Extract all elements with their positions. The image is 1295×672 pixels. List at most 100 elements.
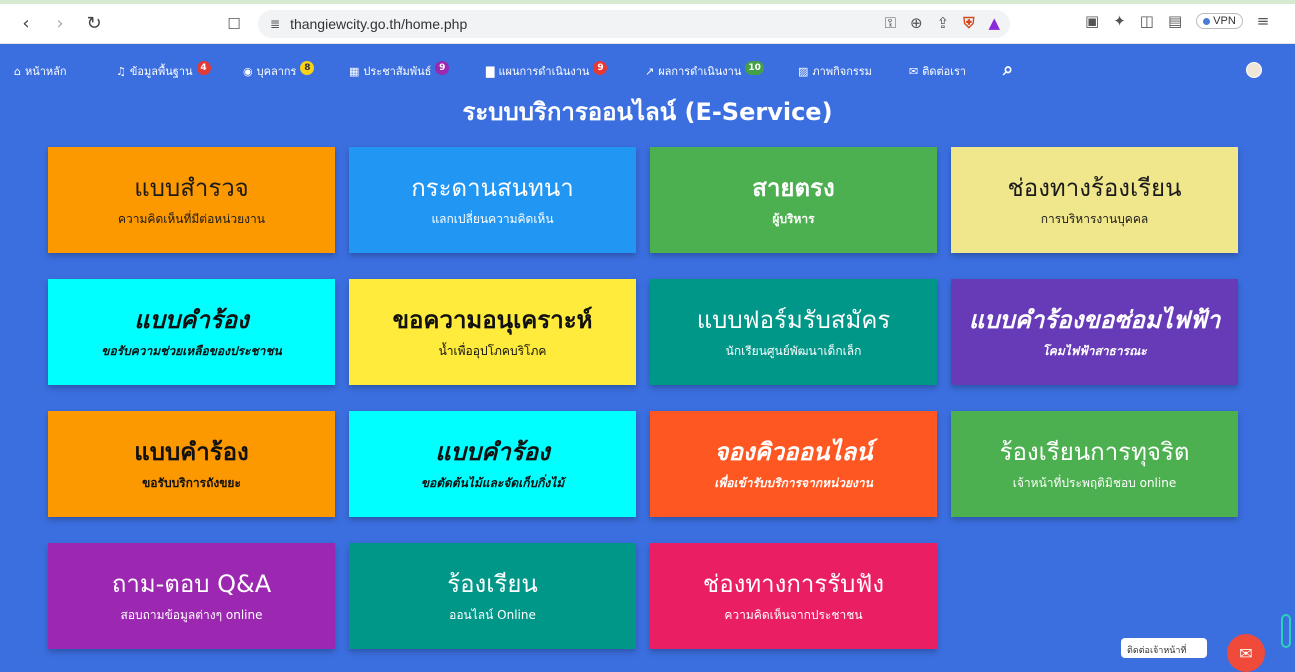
card-subtitle: สอบถามข้อมูลต่างๆ online	[120, 607, 263, 622]
nav-badge: 8	[300, 61, 315, 75]
card-title: สายตรง	[752, 173, 835, 202]
card-subtitle: ความคิดเห็นจากประชาชน	[724, 607, 863, 622]
card-subtitle: การบริหารงานบุคคล	[1040, 211, 1149, 226]
nav-item-plans[interactable]: ▇ แผนการดำเนินงาน 9	[486, 61, 608, 80]
card-subtitle: ความคิดเห็นที่มีต่อหน่วยงาน	[118, 211, 265, 226]
card-subtitle: ขอรับบริการถังขยะ	[142, 475, 241, 490]
nav-badge: 4	[196, 61, 211, 75]
card-title: กระดานสนทนา	[411, 173, 574, 202]
nav-item-results[interactable]: ↗ ผลการดำเนินงาน 10	[645, 61, 764, 80]
nav-item-label: ผลการดำเนินงาน	[658, 65, 742, 78]
nav-item-label: ภาพกิจกรรม	[812, 65, 872, 78]
nav-item-home[interactable]: ⌂ หน้าหลัก	[14, 62, 67, 80]
zoom-icon[interactable]: ⊕	[910, 14, 923, 32]
card-survey[interactable]: แบบสำรวจ ความคิดเห็นที่มีต่อหน่วยงาน	[48, 147, 335, 253]
wallet-icon[interactable]: ▤	[1168, 12, 1182, 30]
nav-badge: 9	[435, 61, 450, 75]
key-icon[interactable]: ⚿	[885, 14, 896, 32]
card-title: ถาม-ตอบ Q&A	[111, 569, 272, 598]
card-title: ขอความอนุเคราะห์	[392, 305, 593, 334]
sidebar-icon[interactable]: ◫	[1140, 12, 1154, 30]
home-icon: ⌂	[14, 64, 21, 78]
card-title: ร้องเรียน	[447, 569, 538, 598]
address-bar-actions: ⚿ ⊕ ⇪ ⛨ ▲	[885, 14, 1000, 32]
card-subtitle: เพื่อเข้ารับบริการจากหน่วยงาน	[714, 475, 873, 490]
puzzle-icon[interactable]: ✦	[1113, 12, 1126, 30]
share-icon[interactable]: ⇪	[937, 14, 950, 32]
avatar[interactable]	[1246, 62, 1262, 78]
card-streetlight-repair[interactable]: แบบคำร้องขอซ่อมไฟฟ้า โคมไฟฟ้าสาธารณะ	[951, 279, 1238, 385]
card-subtitle: ขอรับความช่วยเหลือของประชาชน	[101, 343, 282, 358]
card-request-help[interactable]: แบบคำร้อง ขอรับความช่วยเหลือของประชาชน	[48, 279, 335, 385]
card-corruption-complaint[interactable]: ร้องเรียนการทุจริต เจ้าหน้าที่ประพฤติมิช…	[951, 411, 1238, 517]
search-icon[interactable]: ⌕	[1003, 59, 1013, 80]
vpn-label: VPN	[1213, 15, 1236, 27]
card-title: แบบคำร้อง	[134, 305, 249, 334]
card-subtitle: ผู้บริหาร	[772, 211, 815, 226]
card-title: ช่องทางการรับฟัง	[702, 569, 885, 598]
vpn-button[interactable]: VPN	[1196, 13, 1243, 29]
user-circle-icon: ◉	[243, 64, 253, 78]
back-icon[interactable]: ‹	[12, 10, 40, 38]
nav-badge: 9	[593, 61, 608, 75]
card-feedback-channel[interactable]: ช่องทางการรับฟัง ความคิดเห็นจากประชาชน	[650, 543, 937, 649]
brave-shield-icon[interactable]: ⛨	[963, 14, 974, 32]
browser-nav-buttons: ‹ › ↻	[12, 10, 108, 38]
card-title: แบบคำร้องขอซ่อมไฟฟ้า	[968, 305, 1221, 334]
card-subtitle: ขอตัดต้นไม้และจัดเก็บกิ่งไม้	[420, 475, 565, 490]
card-subtitle: น้ำเพื่ออุปโภคบริโภค	[438, 343, 547, 358]
chat-icon[interactable]: ✉	[1227, 634, 1265, 672]
forward-icon[interactable]: ›	[46, 10, 74, 38]
card-subtitle: ออนไลน์ Online	[449, 607, 536, 622]
address-bar[interactable]: ≣ thangiewcity.go.th/home.php ⚿ ⊕ ⇪ ⛨ ▲	[258, 10, 1010, 38]
nav-item-label: แผนการดำเนินงาน	[498, 65, 590, 78]
browser-toolbar: ‹ › ↻ ☐ ≣ thangiewcity.go.th/home.php ⚿ …	[0, 4, 1295, 44]
card-title: แบบคำร้อง	[134, 437, 249, 466]
bookmark-icon[interactable]: ☐	[222, 12, 246, 36]
page-title: ระบบบริการออนไลน์ (E-Service)	[462, 98, 833, 126]
nav-item-label: ข้อมูลพื้นฐาน	[129, 65, 193, 78]
vpn-status-dot	[1203, 17, 1211, 25]
card-online-queue[interactable]: จองคิวออนไลน์ เพื่อเข้ารับบริการจากหน่วย…	[650, 411, 937, 517]
card-tree-cutting-request[interactable]: แบบคำร้อง ขอตัดต้นไม้และจัดเก็บกิ่งไม้	[349, 411, 636, 517]
extension-icon[interactable]: ▣	[1085, 12, 1099, 30]
brave-rewards-icon[interactable]: ▲	[988, 14, 1000, 32]
card-title: แบบฟอร์มรับสมัคร	[696, 305, 891, 334]
chat-tooltip: ติดต่อเจ้าหน้าที่	[1121, 638, 1207, 658]
nav-item-basic-info[interactable]: ♫ ข้อมูลพื้นฐาน 4	[116, 61, 211, 80]
scroll-indicator[interactable]	[1281, 614, 1291, 648]
url-text: thangiewcity.go.th/home.php	[290, 16, 468, 32]
card-water-request[interactable]: ขอความอนุเคราะห์ น้ำเพื่ออุปโภคบริโภค	[349, 279, 636, 385]
menu-icon[interactable]: ≡	[1257, 12, 1270, 30]
envelope-icon: ✉	[909, 64, 919, 78]
nav-item-contact[interactable]: ✉ ติดต่อเรา	[909, 62, 966, 80]
nav-item-personnel[interactable]: ◉ บุคลากร 8	[243, 61, 315, 80]
card-hotline[interactable]: สายตรง ผู้บริหาร	[650, 147, 937, 253]
nav-item-label: บุคลากร	[256, 65, 297, 78]
card-title: จองคิวออนไลน์	[714, 437, 873, 466]
card-online-complaint[interactable]: ร้องเรียน ออนไลน์ Online	[349, 543, 636, 649]
nav-item-pr[interactable]: ▦ ประชาสัมพันธ์ 9	[349, 61, 450, 80]
image-icon: ▨	[798, 64, 809, 78]
nav-item-label: ติดต่อเรา	[922, 65, 967, 78]
site-info-icon[interactable]: ≣	[270, 17, 280, 31]
site-navigation: ⌂ หน้าหลัก ♫ ข้อมูลพื้นฐาน 4 ◉ บุคลากร 8…	[0, 55, 1295, 85]
nav-item-gallery[interactable]: ▨ ภาพกิจกรรม	[798, 62, 872, 80]
card-subtitle: นักเรียนศูนย์พัฒนาเด็กเล็ก	[725, 343, 862, 358]
line-chart-icon: ↗	[645, 64, 655, 78]
card-complaint-hr[interactable]: ช่องทางร้องเรียน การบริหารงานบุคคล	[951, 147, 1238, 253]
reload-icon[interactable]: ↻	[80, 10, 108, 38]
browser-right-controls: ▣ ✦ ◫ ▤ VPN ≡	[1085, 12, 1269, 30]
nav-item-label: หน้าหลัก	[24, 65, 67, 78]
nav-badge: 10	[745, 61, 764, 75]
card-enrollment-form[interactable]: แบบฟอร์มรับสมัคร นักเรียนศูนย์พัฒนาเด็กเ…	[650, 279, 937, 385]
card-subtitle: แลกเปลี่ยนความคิดเห็น	[431, 211, 554, 226]
bell-icon: ♫	[116, 64, 126, 78]
nav-item-label: ประชาสัมพันธ์	[363, 65, 432, 78]
card-webboard[interactable]: กระดานสนทนา แลกเปลี่ยนความคิดเห็น	[349, 147, 636, 253]
card-garbage-bin-request[interactable]: แบบคำร้อง ขอรับบริการถังขยะ	[48, 411, 335, 517]
card-qa[interactable]: ถาม-ตอบ Q&A สอบถามข้อมูลต่างๆ online	[48, 543, 335, 649]
card-title: แบบคำร้อง	[435, 437, 550, 466]
card-title: แบบสำรวจ	[134, 173, 249, 202]
card-subtitle: เจ้าหน้าที่ประพฤติมิชอบ online	[1012, 475, 1177, 490]
